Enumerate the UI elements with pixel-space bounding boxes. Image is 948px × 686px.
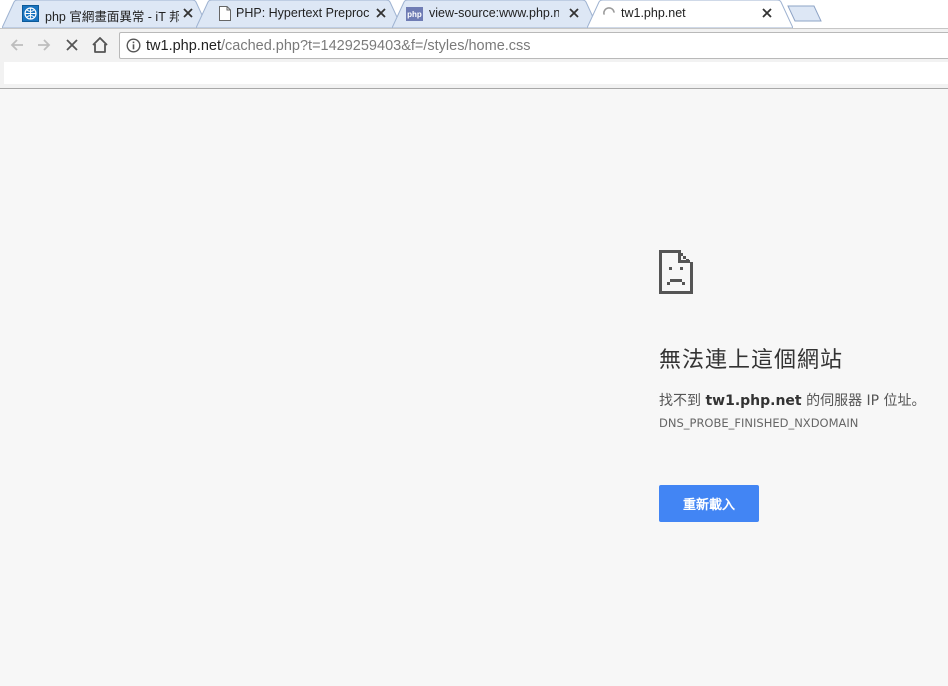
loading-spinner-icon — [600, 5, 617, 22]
error-host: tw1.php.net — [705, 393, 802, 409]
tab-close-icon[interactable] — [760, 6, 774, 20]
reload-button[interactable]: 重新載入 — [659, 485, 759, 522]
ithome-globe-icon — [22, 5, 39, 22]
tab-title: tw1.php.net — [621, 6, 686, 20]
page-icon — [216, 5, 233, 22]
sad-page-icon — [659, 250, 693, 294]
bookmark-bar-area — [4, 62, 948, 84]
error-description: 找不到 tw1.php.net 的伺服器 IP 位址。 — [659, 390, 926, 410]
error-code: DNS_PROBE_FINISHED_NXDOMAIN — [659, 416, 859, 430]
tab-title: php 官網畫面異常 - iT 邦 — [45, 10, 179, 24]
tab-strip: php 官網畫面異常 - iT 邦 PHP: Hypertext Preproc — [0, 0, 948, 28]
url-path: /cached.php?t=1429259403&f=/styles/home.… — [220, 38, 531, 54]
back-button[interactable] — [7, 35, 27, 55]
site-info-icon[interactable] — [126, 38, 141, 57]
forward-arrow-icon — [38, 39, 51, 51]
address-bar[interactable]: tw1.php.net/cached.php?t=1429259403&f=/s… — [119, 32, 948, 59]
tab-php-hypertext[interactable]: PHP: Hypertext Preproc — [196, 0, 402, 28]
home-icon — [92, 37, 108, 53]
error-title: 無法連上這個網站 — [659, 348, 844, 373]
error-desc-prefix: 找不到 — [659, 393, 706, 409]
new-tab-button[interactable] — [787, 5, 823, 22]
tab-tw1-php-net[interactable]: tw1.php.net — [587, 0, 793, 28]
tab-ithome[interactable]: php 官網畫面異常 - iT 邦 — [2, 0, 208, 28]
tab-close-icon[interactable] — [374, 6, 388, 20]
forward-button[interactable] — [34, 35, 54, 55]
url-host: tw1.php.net — [146, 38, 221, 54]
tab-close-icon[interactable] — [567, 6, 581, 20]
stop-x-icon — [66, 39, 78, 51]
back-arrow-icon — [10, 39, 23, 51]
bookmark-bar — [0, 61, 948, 89]
stop-loading-button[interactable] — [62, 35, 82, 55]
tab-close-icon[interactable] — [181, 6, 195, 20]
url-text[interactable]: tw1.php.net/cached.php?t=1429259403&f=/s… — [146, 38, 531, 54]
tab-title: PHP: Hypertext Preproc — [236, 6, 370, 20]
php-icon-text: php — [407, 10, 422, 19]
tab-view-source[interactable]: php view-source:www.php.n — [392, 0, 598, 28]
browser-toolbar: tw1.php.net/cached.php?t=1429259403&f=/s… — [0, 28, 948, 61]
tab-title: view-source:www.php.n — [429, 6, 559, 20]
home-button[interactable] — [90, 35, 110, 55]
page-content: 無法連上這個網站 找不到 tw1.php.net 的伺服器 IP 位址。 DNS… — [0, 90, 948, 686]
php-icon: php — [406, 5, 423, 22]
error-desc-suffix: 的伺服器 IP 位址。 — [801, 393, 926, 409]
